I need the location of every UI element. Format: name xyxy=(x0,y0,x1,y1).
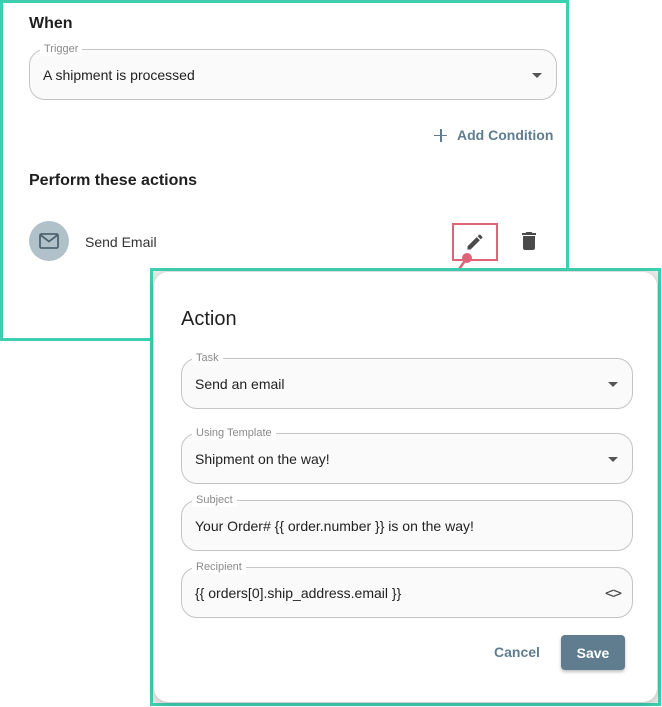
pencil-icon xyxy=(467,234,483,250)
delete-action-button[interactable] xyxy=(518,230,540,252)
mail-icon xyxy=(29,221,69,261)
trigger-label: Trigger xyxy=(40,42,83,56)
save-button[interactable]: Save xyxy=(561,635,625,670)
recipient-value: {{ orders[0].ship_address.email }} xyxy=(195,585,402,601)
trigger-select[interactable]: Trigger A shipment is processed xyxy=(29,42,557,100)
subject-label: Subject xyxy=(192,493,237,507)
trash-icon xyxy=(522,232,536,250)
chevron-down-icon xyxy=(608,457,618,462)
task-select[interactable]: Task Send an email xyxy=(181,351,633,409)
template-label: Using Template xyxy=(192,426,276,440)
plus-icon xyxy=(434,128,447,142)
subject-value: Your Order# {{ order.number }} is on the… xyxy=(195,518,474,534)
perform-actions-heading: Perform these actions xyxy=(29,172,198,189)
action-label: Send Email xyxy=(85,234,157,250)
subject-field[interactable]: Subject Your Order# {{ order.number }} i… xyxy=(181,493,633,551)
recipient-field[interactable]: Recipient {{ orders[0].ship_address.emai… xyxy=(181,560,633,618)
code-icon[interactable]: <> xyxy=(605,584,622,602)
chevron-down-icon xyxy=(608,382,618,387)
task-value: Send an email xyxy=(195,376,285,392)
cancel-button[interactable]: Cancel xyxy=(494,644,540,660)
when-heading: When xyxy=(29,15,73,32)
action-dialog: Action Task Send an email Using Template… xyxy=(154,272,657,702)
add-condition-button[interactable]: Add Condition xyxy=(434,127,553,143)
template-value: Shipment on the way! xyxy=(195,451,330,467)
template-select[interactable]: Using Template Shipment on the way! xyxy=(181,426,633,484)
dialog-title: Action xyxy=(181,308,237,330)
chevron-down-icon xyxy=(532,73,542,78)
add-condition-label: Add Condition xyxy=(457,127,554,143)
trigger-value: A shipment is processed xyxy=(43,67,195,83)
task-label: Task xyxy=(192,351,223,365)
recipient-label: Recipient xyxy=(192,560,246,574)
